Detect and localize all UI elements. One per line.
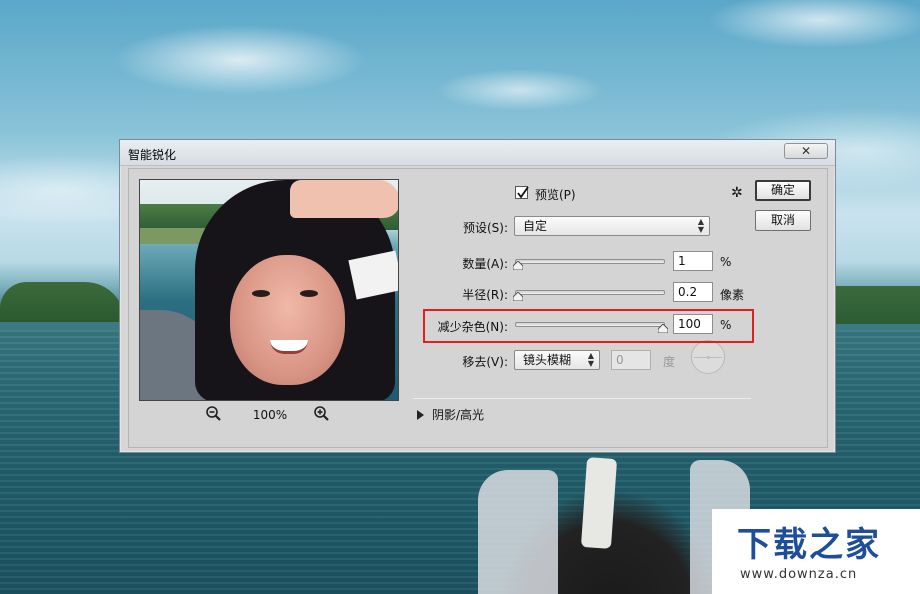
site-watermark: 下载之家 www.downza.cn (712, 509, 920, 594)
remove-select[interactable]: 镜头模糊 ▲ ▼ (514, 350, 600, 370)
preview-image[interactable] (139, 179, 399, 401)
radius-slider-track (515, 290, 665, 295)
far-hills-left (0, 282, 125, 322)
remove-label: 移去(V): (462, 355, 508, 369)
select-arrows-icon: ▲ ▼ (697, 217, 704, 234)
preview-eye-right (300, 290, 318, 297)
angle-unit: 度 (663, 355, 676, 369)
dialog-titlebar[interactable]: 智能锐化 ✕ (120, 140, 835, 166)
angle-input: 0 (611, 350, 651, 370)
zoom-in-icon[interactable] (313, 405, 331, 423)
radius-slider[interactable] (513, 287, 665, 301)
watermark-url: www.downza.cn (740, 567, 858, 582)
ok-button[interactable]: 确定 (755, 180, 811, 201)
radius-value: 0.2 (678, 285, 698, 299)
preset-label: 预设(S): (462, 221, 508, 235)
close-button[interactable]: ✕ (784, 143, 828, 159)
preset-select[interactable]: 自定 ▲ ▼ (514, 216, 710, 236)
preview-hand (290, 180, 398, 218)
section-divider (413, 398, 751, 399)
radius-input[interactable]: 0.2 (673, 282, 713, 302)
disclosure-triangle-icon (417, 410, 424, 420)
watermark-title: 下载之家 (737, 525, 881, 565)
checkmark-icon (517, 186, 529, 199)
zoom-controls: 100% (139, 405, 399, 425)
angle-value: 0 (616, 353, 624, 367)
gear-icon[interactable]: ✲ (731, 185, 749, 203)
dialog-body: 100% 预览(P) ✲ 预设(S): 自定 ▲ ▼ 数量(A): 1 % 半径… (128, 168, 828, 448)
sharpen-controls: 预览(P) ✲ 预设(S): 自定 ▲ ▼ 数量(A): 1 % 半径(R): 0… (413, 169, 754, 449)
far-hills-right (835, 286, 920, 324)
smart-sharpen-dialog: 智能锐化 ✕ 100% 预览(P) ✲ 预设(S): 自定 ▲ ▼ 数量(A):… (119, 139, 836, 453)
radius-unit: 像素 (720, 288, 745, 302)
photo-subject-shirt-left (478, 470, 558, 594)
shadows-highlights-label: 阴影/高光 (432, 408, 485, 422)
preview-checkbox[interactable] (515, 186, 529, 199)
preview-checkbox-label: 预览(P) (535, 188, 576, 202)
zoom-level: 100% (252, 408, 288, 422)
amount-unit: % (720, 255, 732, 269)
dialog-title: 智能锐化 (128, 148, 177, 162)
amount-slider-track (515, 259, 665, 264)
preview-face (230, 255, 345, 385)
close-icon: ✕ (800, 144, 812, 158)
radius-slider-thumb[interactable] (513, 292, 523, 301)
zoom-out-icon[interactable] (205, 405, 223, 423)
photo-subject-ribbon (580, 457, 618, 549)
amount-slider-thumb[interactable] (513, 261, 523, 270)
amount-slider[interactable] (513, 256, 665, 270)
preset-value: 自定 (523, 219, 548, 233)
preview-eye-left (252, 290, 270, 297)
cancel-button[interactable]: 取消 (755, 210, 811, 231)
angle-dial (691, 340, 725, 374)
amount-value: 1 (678, 254, 686, 268)
annotation-highlight-box (423, 309, 754, 343)
shadows-highlights-toggle[interactable]: 阴影/高光 (417, 406, 484, 423)
amount-input[interactable]: 1 (673, 251, 713, 271)
select-arrows-icon: ▲ ▼ (587, 351, 594, 368)
radius-label: 半径(R): (462, 288, 508, 302)
remove-value: 镜头模糊 (523, 353, 572, 367)
amount-label: 数量(A): (462, 257, 508, 271)
